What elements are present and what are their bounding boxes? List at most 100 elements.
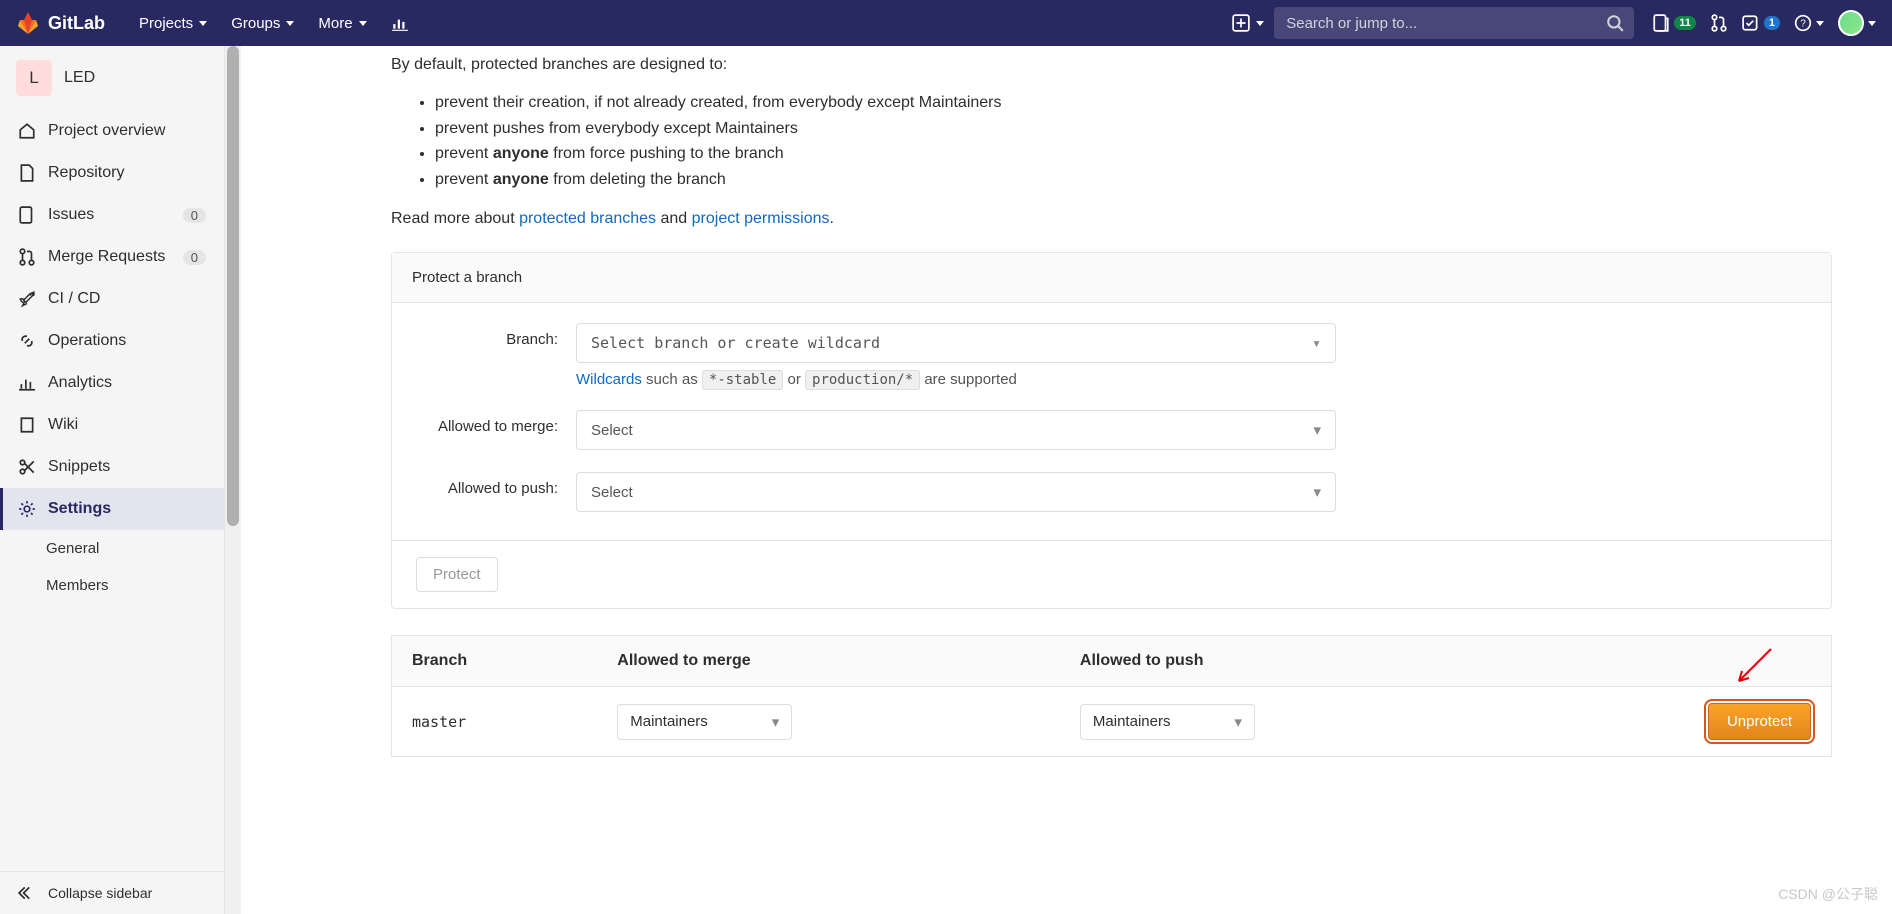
project-name: LED [64,69,95,87]
sidebar-item-wiki[interactable]: Wiki [0,404,224,446]
link-protected-branches[interactable]: protected branches [519,210,656,227]
doc-icon [18,164,36,182]
push-select[interactable]: Select▾ [576,472,1336,512]
search-input[interactable] [1274,7,1634,39]
rocket-icon [18,290,36,308]
merge-icon [18,248,36,266]
intro-text: By default, protected branches are desig… [391,56,1832,74]
chart-icon [391,14,409,32]
cell-push: Maintainers▾ [1060,687,1523,757]
chevron-down-icon: ▾ [772,713,780,731]
help-menu[interactable]: ? [1794,14,1824,32]
nav-groups[interactable]: Groups [221,9,304,38]
th-actions [1523,636,1832,687]
chevron-down-icon: ▾ [1234,713,1242,731]
home-icon [18,122,36,140]
link-project-permissions[interactable]: project permissions [692,210,830,227]
top-right: 11 1 ? [1652,10,1876,36]
issues-badge: 11 [1674,16,1696,30]
sidebar-item-merge-requests[interactable]: Merge Requests0 [0,236,224,278]
bullet-4: prevent anyone from deleting the branch [435,167,1832,193]
merge-select[interactable]: Select▾ [576,410,1336,450]
bullet-2: prevent pushes from everybody except Mai… [435,116,1832,142]
chart-icon [18,374,36,392]
search-wrap [1274,7,1634,39]
sidebar-item-settings[interactable]: Settings [0,488,224,530]
th-push: Allowed to push [1060,636,1523,687]
sidebar-item-repository[interactable]: Repository [0,152,224,194]
sidebar-item-overview[interactable]: Project overview [0,110,224,152]
book-icon [18,416,36,434]
main-content: By default, protected branches are desig… [241,46,1892,914]
row-merge-select[interactable]: Maintainers▾ [617,704,792,740]
help-icon: ? [1794,14,1812,32]
plus-menu[interactable] [1222,8,1274,38]
link-wildcards[interactable]: Wildcards [576,371,642,388]
branch-label: Branch: [416,323,576,348]
bullet-1: prevent their creation, if not already c… [435,90,1832,116]
chevron-down-icon [286,21,294,26]
avatar [1838,10,1864,36]
sidebar: L LED Project overview Repository Issues… [0,46,225,914]
cell-merge: Maintainers▾ [597,687,1060,757]
th-branch: Branch [392,636,598,687]
issues-shortcut[interactable]: 11 [1652,14,1696,32]
gitlab-icon [16,11,40,35]
nav-activity[interactable] [381,8,419,38]
bullet-3: prevent anyone from force pushing to the… [435,141,1832,167]
nav-more[interactable]: More [308,9,376,38]
table-row: master Maintainers▾ Maintainers▾ Unprote… [392,687,1832,757]
sidebar-item-analytics[interactable]: Analytics [0,362,224,404]
todos-badge: 1 [1764,16,1780,30]
merge-requests-shortcut[interactable] [1710,14,1728,32]
search-icon [1606,14,1624,32]
collapse-sidebar[interactable]: Collapse sidebar [0,871,224,914]
todo-icon [1742,14,1760,32]
push-label: Allowed to push: [416,472,576,497]
gear-icon [18,500,36,518]
sidebar-sub-members[interactable]: Members [0,567,224,604]
sidebar-scrollbar[interactable] [225,46,241,914]
sidebar-sub-general[interactable]: General [0,530,224,567]
project-avatar: L [16,60,52,96]
project-header[interactable]: L LED [0,46,224,110]
readmore: Read more about protected branches and p… [391,210,1832,228]
chevron-down-icon [199,21,207,26]
link-icon [18,332,36,350]
protect-button[interactable]: Protect [416,557,498,592]
sidebar-item-issues[interactable]: Issues0 [0,194,224,236]
chevron-down-icon [1256,21,1264,26]
unprotect-button[interactable]: Unprotect [1708,703,1811,740]
chevron-down-icon: ▾ [1313,421,1321,439]
sidebar-item-operations[interactable]: Operations [0,320,224,362]
chevron-down-icon: ▾ [1312,334,1321,352]
row-push-select[interactable]: Maintainers▾ [1080,704,1255,740]
chevron-down-icon [1868,21,1876,26]
cell-action: Unprotect [1523,687,1832,757]
watermark: CSDN @公子聪 [1778,884,1878,904]
protected-branches-table: Branch Allowed to merge Allowed to push … [391,635,1832,757]
annotation-arrow-icon [1733,647,1773,687]
nav-projects[interactable]: Projects [129,9,217,38]
scroll-thumb[interactable] [227,46,239,526]
chevron-down-icon [1816,21,1824,26]
nav-menu: Projects Groups More [129,8,419,38]
chevron-left-icon [18,884,36,902]
cell-branch: master [392,687,598,757]
plus-icon [1232,14,1250,32]
panel-title: Protect a branch [392,253,1831,303]
merge-label: Allowed to merge: [416,410,576,435]
todos-shortcut[interactable]: 1 [1742,14,1780,32]
th-merge: Allowed to merge [597,636,1060,687]
sidebar-item-snippets[interactable]: Snippets [0,446,224,488]
merge-icon [1710,14,1728,32]
branch-select[interactable]: Select branch or create wildcard▾ [576,323,1336,363]
issue-icon [18,206,36,224]
user-menu[interactable] [1838,10,1876,36]
bullet-list: prevent their creation, if not already c… [435,90,1832,192]
sidebar-item-cicd[interactable]: CI / CD [0,278,224,320]
svg-text:?: ? [1800,18,1806,29]
brand-label: GitLab [48,13,105,34]
scissors-icon [18,458,36,476]
brand-logo[interactable]: GitLab [16,11,105,35]
